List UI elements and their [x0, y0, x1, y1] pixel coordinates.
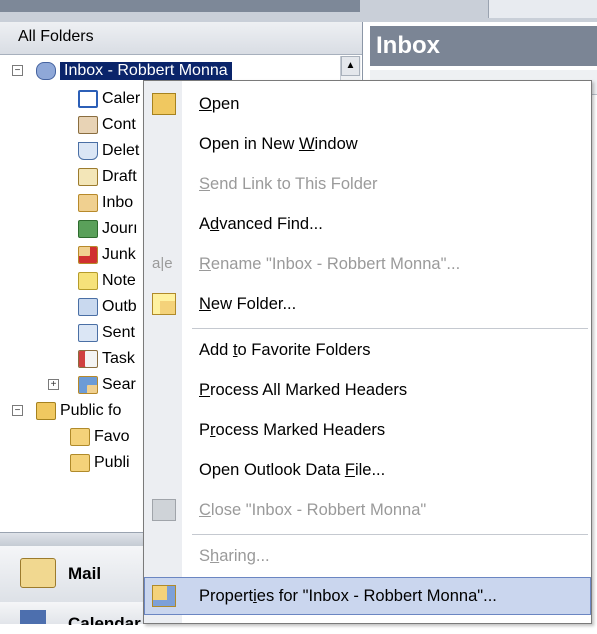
tree-item-inbox[interactable]: Inbo: [78, 190, 133, 216]
inbox-icon: [78, 194, 98, 212]
junk-icon: [78, 246, 98, 264]
all-folders-label: All Folders: [18, 28, 94, 45]
menu-item-close-data-file[interactable]: Close "Inbox - Robbert Monna": [144, 491, 591, 529]
menu-item-label: Properties for "Inbox - Robbert Monna"..…: [199, 586, 497, 605]
tree-item-label: Sent: [102, 324, 135, 341]
menu-item-label: Process Marked Headers: [199, 420, 386, 439]
tree-item-label: Inbox - Robbert Monna: [60, 62, 232, 80]
tree-item-label: Task: [102, 350, 135, 367]
tree-item-sent-items[interactable]: Sent: [78, 320, 135, 346]
tree-item-journal[interactable]: Jourı: [78, 216, 138, 242]
title-bar-fragment: [0, 0, 360, 12]
tree-item-label: Junk: [102, 246, 136, 263]
tasks-icon: [78, 350, 98, 368]
tree-item-public-folders[interactable]: Public fo: [36, 398, 121, 424]
rename-icon: a|e: [152, 255, 173, 272]
contacts-icon: [78, 116, 98, 134]
properties-icon: [152, 585, 176, 607]
calendar-nav-label: Calendar: [68, 614, 141, 633]
menu-item-add-to-favorites[interactable]: Add to Favorite Folders: [144, 331, 591, 369]
menu-item-label: Sharing...: [199, 546, 270, 565]
deleted-items-icon: [78, 142, 98, 160]
collapse-mailbox-button[interactable]: −: [12, 65, 23, 76]
mail-nav-label: Mail: [68, 564, 102, 583]
tree-item-label: Caler: [102, 90, 141, 107]
expand-search-folders-button[interactable]: +: [48, 379, 59, 390]
tree-item-tasks[interactable]: Task: [78, 346, 135, 372]
collapse-public-folders-button[interactable]: −: [12, 405, 23, 416]
tree-item-outbox[interactable]: Outb: [78, 294, 137, 320]
tree-item-label: Note: [102, 272, 136, 289]
menu-separator: [192, 534, 588, 535]
tree-item-label: Delet: [102, 142, 140, 159]
tree-item-junk[interactable]: Junk: [78, 242, 136, 268]
folder-context-menu: Open Open in New Window Send Link to Thi…: [143, 80, 592, 624]
tree-item-contacts[interactable]: Cont: [78, 112, 136, 138]
menu-item-new-folder[interactable]: New Folder...: [144, 285, 591, 323]
menu-item-properties[interactable]: Properties for "Inbox - Robbert Monna"..…: [144, 577, 591, 615]
tree-item-label: Favo: [94, 428, 130, 445]
toolbar-fragment: [488, 0, 597, 18]
search-folder-icon: [78, 376, 98, 394]
tree-item-label: Sear: [102, 376, 136, 393]
tree-item-favorites[interactable]: Favo: [70, 424, 130, 450]
tree-item-label: Cont: [102, 116, 136, 133]
journal-icon: [78, 220, 98, 238]
tree-item-drafts[interactable]: Draft: [78, 164, 137, 190]
menu-item-advanced-find[interactable]: Advanced Find...: [144, 205, 591, 243]
all-folders-header: All Folders: [0, 22, 362, 55]
menu-item-label: Send Link to This Folder: [199, 174, 378, 193]
menu-item-label: Add to Favorite Folders: [199, 340, 371, 359]
tree-item-deleted-items[interactable]: Delet: [78, 138, 139, 164]
folder-icon: [70, 428, 90, 446]
menu-item-process-marked-headers[interactable]: Process Marked Headers: [144, 411, 591, 449]
menu-item-sharing[interactable]: Sharing...: [144, 537, 591, 575]
menu-item-send-link[interactable]: Send Link to This Folder: [144, 165, 591, 203]
menu-item-open-new-window[interactable]: Open in New Window: [144, 125, 591, 163]
notes-icon: [78, 272, 98, 290]
calendar-icon: [20, 610, 46, 624]
menu-item-label: Open: [199, 94, 240, 113]
tree-item-label: Publi: [94, 454, 130, 471]
menu-item-open-outlook-data-file[interactable]: Open Outlook Data File...: [144, 451, 591, 489]
folder-icon: [70, 454, 90, 472]
calendar-icon: [78, 90, 98, 108]
tree-item-label: Public fo: [60, 402, 122, 419]
outbox-icon: [78, 298, 98, 316]
tree-item-label: Draft: [102, 168, 137, 185]
inbox-header: Inbox: [370, 26, 597, 66]
menu-item-open[interactable]: Open: [144, 85, 591, 123]
menu-item-rename[interactable]: a|e Rename "Inbox - Robbert Monna"...: [144, 245, 591, 283]
menu-item-label: Open Outlook Data File...: [199, 460, 386, 479]
tree-item-notes[interactable]: Note: [78, 268, 136, 294]
close-data-file-icon: [152, 499, 176, 521]
menu-item-label: Advanced Find...: [199, 214, 323, 233]
new-folder-icon: [152, 293, 176, 315]
menu-item-label: Close "Inbox - Robbert Monna": [199, 500, 427, 519]
tree-item-label: Inbo: [102, 194, 134, 211]
scroll-up-button[interactable]: ▲: [341, 56, 360, 76]
sent-icon: [78, 324, 98, 342]
menu-separator: [192, 328, 588, 329]
menu-item-process-all-marked-headers[interactable]: Process All Marked Headers: [144, 371, 591, 409]
drafts-icon: [78, 168, 98, 186]
menu-item-label: Process All Marked Headers: [199, 380, 408, 399]
menu-item-label: New Folder...: [199, 294, 297, 313]
tree-item-search-folders[interactable]: Sear: [78, 372, 136, 398]
menu-item-label: Rename "Inbox - Robbert Monna"...: [199, 254, 461, 273]
menu-item-label: Open in New Window: [199, 134, 358, 153]
open-folder-icon: [152, 93, 176, 115]
tree-item-calendar[interactable]: Caler: [78, 86, 140, 112]
inbox-title: Inbox: [376, 32, 440, 59]
public-folders-icon: [36, 402, 56, 420]
tree-item-public[interactable]: Publi: [70, 450, 130, 476]
window-top-strip: [0, 0, 597, 22]
tree-item-label: Outb: [102, 298, 137, 315]
mailbox-icon: [36, 62, 56, 80]
mail-icon: [20, 558, 56, 588]
tree-item-label: Jourı: [102, 220, 138, 237]
